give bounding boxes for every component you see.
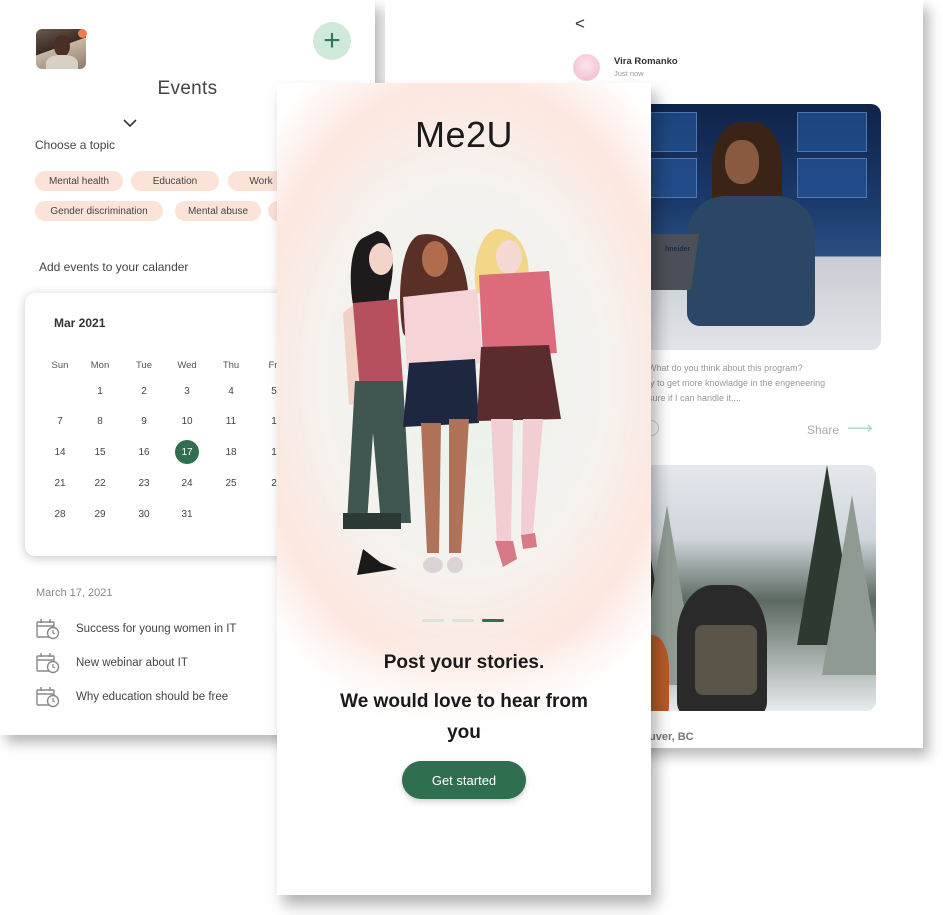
arrow-right-icon[interactable]: ⟶	[847, 418, 873, 439]
person-face	[725, 140, 759, 184]
subheadline-line1: We would love to hear from	[340, 691, 588, 712]
app-logo: Me2U	[414, 114, 514, 155]
get-started-button[interactable]: Get started	[402, 761, 526, 799]
calendar-weekday: Wed	[177, 359, 197, 371]
post-image-woman-laptop[interactable]: hneider	[617, 104, 881, 350]
add-event-button[interactable]: +	[313, 22, 351, 60]
calendar-day[interactable]: 14	[48, 440, 72, 464]
calendar-clock-icon	[36, 653, 60, 674]
caption-line: ly to get more knowladge in the engeneer…	[648, 378, 826, 388]
avatar-body	[46, 55, 78, 69]
calendar-day[interactable]: 31	[175, 502, 199, 526]
chevron-down-icon[interactable]	[122, 115, 138, 131]
caption-line: sure if I can handle it....	[648, 393, 742, 403]
avatar-face	[54, 35, 70, 57]
topic-label: Choose a topic	[35, 138, 116, 152]
event-title: Why education should be free	[76, 691, 229, 703]
calendar-day[interactable]: 10	[175, 409, 199, 433]
calendar-weekday: Thu	[222, 359, 240, 371]
calendar-day[interactable]: 25	[219, 471, 243, 495]
topic-chip-mental-health[interactable]: Mental health	[35, 171, 123, 191]
calendar-clock-icon	[36, 687, 60, 708]
three-women-illustration	[343, 229, 561, 575]
background-screen	[797, 158, 867, 198]
calendar-day[interactable]: 4	[219, 379, 243, 403]
subheadline-line2: you	[447, 722, 481, 743]
post-timestamp: Just now	[614, 69, 644, 78]
calendar-day[interactable]: 24	[175, 471, 199, 495]
calendar-month: Mar 2021	[54, 316, 106, 330]
location-label: uver, BC	[649, 731, 694, 743]
background-screen	[797, 112, 867, 152]
calendar-day[interactable]: 2	[132, 379, 156, 403]
post-image-snowy-forest[interactable]	[617, 465, 876, 711]
plus-icon: +	[323, 24, 341, 57]
post-caption: What do you think about this program? ly…	[648, 361, 878, 406]
back-button[interactable]: <	[575, 14, 585, 34]
pager-dot[interactable]	[452, 619, 474, 622]
tree	[822, 495, 876, 675]
calendar-day[interactable]: 3	[175, 379, 199, 403]
event-item[interactable]: Success for young women in IT	[36, 618, 236, 640]
calendar-day[interactable]: 29	[88, 502, 112, 526]
share-button[interactable]: Share	[807, 423, 839, 437]
caption-line: What do you think about this program?	[648, 363, 803, 373]
onboarding-screen: Me2U Post your stories. We would love to…	[277, 83, 651, 895]
topic-chip-gender-discrimination[interactable]: Gender discrimination	[35, 201, 163, 221]
topic-chip-education[interactable]: Education	[131, 171, 219, 191]
calendar-day[interactable]: 28	[48, 502, 72, 526]
calendar-day[interactable]: 7	[48, 409, 72, 433]
calendar-weekday: Mon	[90, 359, 110, 371]
author-name[interactable]: Vira Romanko	[614, 56, 678, 67]
calendar-clock-icon	[36, 619, 60, 640]
topic-chip-mental-abuse[interactable]: Mental abuse	[175, 201, 261, 221]
event-title: New webinar about IT	[76, 657, 188, 669]
brand-text: hneider	[665, 246, 691, 253]
calendar-day[interactable]: 18	[219, 440, 243, 464]
pager-dot-active[interactable]	[482, 619, 504, 622]
calendar-day[interactable]: 23	[132, 471, 156, 495]
backpack	[695, 625, 757, 695]
pager-dot[interactable]	[422, 619, 444, 622]
notification-dot	[78, 29, 87, 38]
calendar-day[interactable]: 1	[88, 379, 112, 403]
calendar-day[interactable]: 21	[48, 471, 72, 495]
calendar-day[interactable]: 15	[88, 440, 112, 464]
calendar-day[interactable]: 16	[132, 440, 156, 464]
headline: Post your stories.	[383, 652, 545, 673]
calendar-day[interactable]: 9	[132, 409, 156, 433]
event-title: Success for young women in IT	[76, 623, 237, 635]
event-item[interactable]: New webinar about IT	[36, 652, 188, 674]
calendar-day[interactable]: 8	[88, 409, 112, 433]
calendar-day[interactable]: 22	[88, 471, 112, 495]
calendar-label: Add events to your calander	[39, 260, 189, 274]
calendar-day-selected[interactable]: 17	[175, 440, 199, 464]
selected-date-label: March 17, 2021	[36, 587, 113, 599]
author-avatar[interactable]	[573, 54, 600, 81]
calendar-weekday: Sun	[51, 359, 69, 371]
person-shirt	[687, 196, 815, 326]
calendar-day[interactable]: 11	[219, 409, 243, 433]
event-item[interactable]: Why education should be free	[36, 686, 228, 708]
calendar-day[interactable]: 30	[132, 502, 156, 526]
calendar-weekday: Tue	[135, 359, 153, 371]
